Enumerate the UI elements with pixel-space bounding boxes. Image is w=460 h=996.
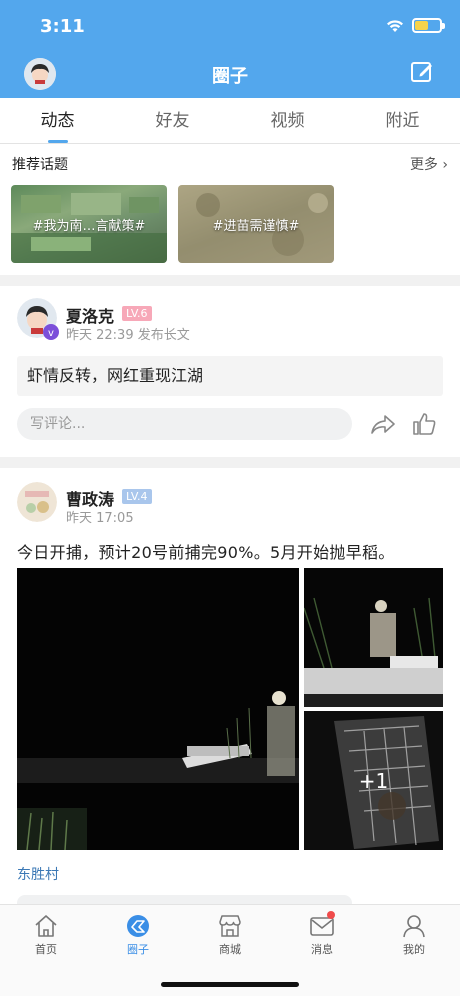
nav-label: 我的 — [403, 943, 425, 956]
nav-home[interactable]: 首页 — [0, 905, 92, 996]
tab-video[interactable]: 视频 — [230, 98, 345, 143]
more-images-count: +1 — [304, 711, 443, 850]
topic-card[interactable]: #我为南…言献策# — [11, 185, 167, 263]
nav-label: 首页 — [35, 943, 57, 956]
unread-badge — [327, 911, 335, 919]
share-icon[interactable] — [370, 412, 396, 436]
post-title[interactable]: 虾情反转，网红重现江湖 — [17, 356, 443, 396]
post-image[interactable]: +1 — [304, 711, 443, 850]
post-meta: 昨天 17:05 — [66, 511, 134, 526]
home-indicator — [161, 982, 299, 987]
svg-text:v: v — [48, 328, 54, 339]
post-image[interactable] — [17, 568, 299, 850]
wifi-icon — [387, 19, 403, 32]
edit-icon[interactable] — [410, 60, 434, 84]
tab-friends[interactable]: 好友 — [115, 98, 230, 143]
status-icons — [386, 18, 445, 33]
topics-header: 推荐话题 更多 › — [12, 154, 448, 176]
tab-dynamic[interactable]: 动态 — [0, 98, 115, 143]
topics-more-link[interactable]: 更多 › — [410, 154, 448, 174]
topics-title: 推荐话题 — [12, 157, 68, 173]
post-image[interactable] — [304, 568, 443, 707]
topic-card[interactable]: #进苗需谨慎# — [178, 185, 334, 263]
post-avatar[interactable] — [17, 482, 57, 522]
status-time: 3:11 — [40, 16, 85, 37]
battery-icon — [412, 18, 445, 33]
profile-icon — [403, 915, 425, 938]
topic-label: #我为南…言献策# — [32, 219, 146, 234]
home-icon — [35, 915, 57, 937]
tab-nearby[interactable]: 附近 — [345, 98, 460, 143]
tab-bar: 动态 好友 视频 附近 — [0, 98, 460, 144]
nav-label: 圈子 — [127, 943, 149, 956]
like-icon[interactable] — [411, 412, 437, 436]
circle-icon — [127, 915, 149, 937]
nav-profile[interactable]: 我的 — [368, 905, 460, 996]
post-meta: 昨天 22:39 发布长文 — [66, 328, 190, 343]
app-header: 3:11 圈子 — [0, 0, 460, 98]
section-divider — [0, 457, 460, 468]
level-badge: LV.4 — [122, 489, 152, 504]
level-badge: LV.6 — [122, 306, 152, 321]
topic-label: #进苗需谨慎# — [212, 219, 300, 234]
section-divider — [0, 275, 460, 286]
page-title: 圈子 — [212, 66, 248, 87]
post-body: 今日开捕，预计20号前捕完90%。5月开始抛早稻。 — [17, 543, 395, 562]
nav-label: 消息 — [311, 943, 333, 956]
post-location[interactable]: 东胜村 — [17, 864, 59, 884]
comment-input[interactable]: 写评论... — [17, 408, 352, 440]
verified-icon: v — [43, 324, 59, 340]
nav-label: 商城 — [219, 943, 241, 956]
shop-icon — [219, 915, 241, 937]
